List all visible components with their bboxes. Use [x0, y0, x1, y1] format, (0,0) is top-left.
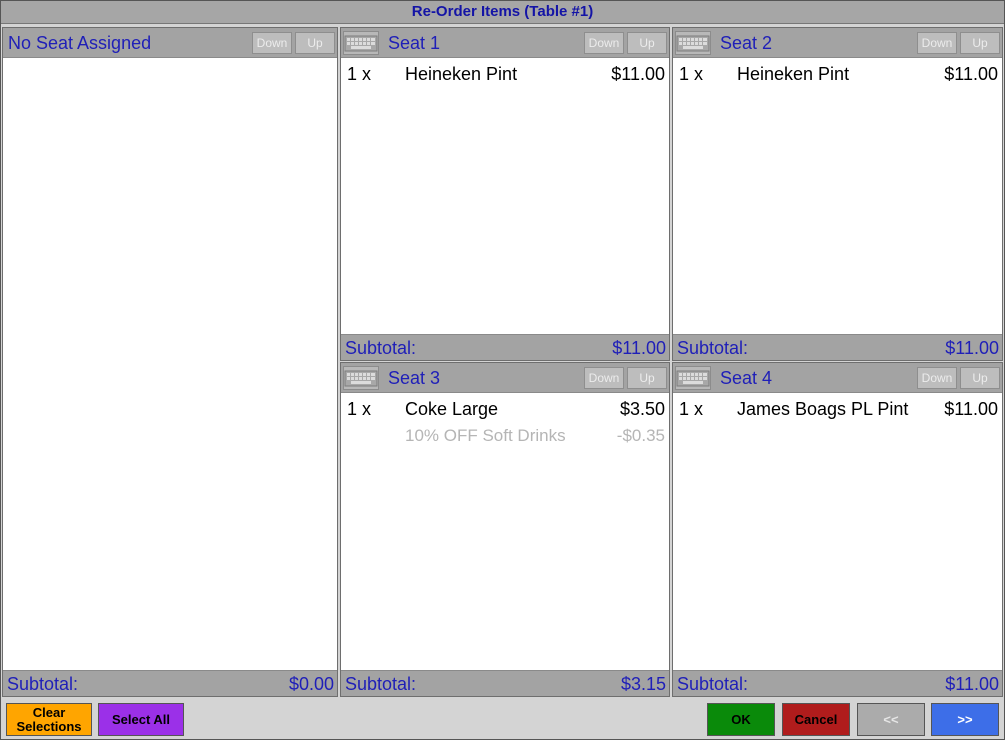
panel-seat-4[interactable]: Seat 4 Down Up 1 x James Boags PL Pint $… — [672, 362, 1003, 697]
order-item[interactable]: 1 x Heineken Pint $11.00 — [673, 60, 1002, 86]
panel-subtotal: Subtotal: $3.15 — [341, 670, 669, 696]
subtotal-label: Subtotal: — [677, 338, 749, 358]
move-up-button[interactable]: Up — [960, 32, 1000, 54]
cancel-button[interactable]: Cancel — [782, 703, 850, 736]
subtotal-value: $0.00 — [288, 674, 334, 694]
panel-title: Seat 3 — [388, 368, 441, 388]
panel-seat-2[interactable]: Seat 2 Down Up 1 x Heineken Pint $11.00 … — [672, 27, 1003, 361]
item-name: Heineken Pint — [737, 64, 850, 84]
next-page-button[interactable]: >> — [931, 703, 999, 736]
panel-seat-3[interactable]: Seat 3 Down Up 1 x Coke Large $3.50 10% … — [340, 362, 670, 697]
move-up-button[interactable]: Up — [960, 367, 1000, 389]
item-price: $11.00 — [944, 64, 998, 84]
panel-subtotal: Subtotal: $11.00 — [341, 334, 669, 360]
panel-no-seat[interactable]: No Seat Assigned Down Up Subtotal: $0.00 — [2, 27, 338, 697]
panel-header: No Seat Assigned Down Up — [3, 28, 337, 58]
panel-title: Seat 1 — [388, 33, 441, 53]
keyboard-icon[interactable] — [675, 31, 711, 55]
item-qty: 1 x — [679, 64, 704, 84]
item-name: James Boags PL Pint — [737, 399, 909, 419]
panel-seat-1[interactable]: Seat 1 Down Up 1 x Heineken Pint $11.00 … — [340, 27, 670, 361]
item-name: 10% OFF Soft Drinks — [405, 426, 566, 445]
item-price: -$0.35 — [616, 426, 665, 445]
subtotal-label: Subtotal: — [7, 674, 79, 694]
subtotal-value: $11.00 — [612, 338, 666, 358]
item-price: $11.00 — [944, 399, 998, 419]
subtotal-value: $11.00 — [945, 674, 999, 694]
item-name: Coke Large — [405, 399, 499, 419]
panel-title: Seat 2 — [720, 33, 773, 53]
item-price: $11.00 — [611, 64, 665, 84]
previous-page-button[interactable]: << — [857, 703, 925, 736]
panel-header: Seat 1 Down Up — [341, 28, 669, 58]
subtotal-value: $11.00 — [945, 338, 999, 358]
subtotal-label: Subtotal: — [345, 674, 417, 694]
keyboard-icon[interactable] — [675, 366, 711, 390]
item-qty: 1 x — [347, 64, 372, 84]
panel-title: No Seat Assigned — [8, 33, 152, 53]
move-down-button[interactable]: Down — [917, 32, 957, 54]
move-down-button[interactable]: Down — [252, 32, 292, 54]
move-up-button[interactable]: Up — [627, 367, 667, 389]
subtotal-label: Subtotal: — [345, 338, 417, 358]
move-down-button[interactable]: Down — [584, 32, 624, 54]
panel-header: Seat 3 Down Up — [341, 363, 669, 393]
discount-item[interactable]: 10% OFF Soft Drinks -$0.35 — [341, 422, 669, 448]
panel-header: Seat 2 Down Up — [673, 28, 1002, 58]
select-all-button[interactable]: Select All — [98, 703, 184, 736]
panel-subtotal: Subtotal: $11.00 — [673, 334, 1002, 360]
panel-title: Seat 4 — [720, 368, 773, 388]
action-bar: Clear Selections Select All OK Cancel <<… — [1, 700, 1004, 739]
order-item[interactable]: 1 x Coke Large $3.50 — [341, 395, 669, 421]
panel-header: Seat 4 Down Up — [673, 363, 1002, 393]
order-item[interactable]: 1 x James Boags PL Pint $11.00 — [673, 395, 1002, 421]
item-qty: 1 x — [347, 399, 372, 419]
ok-button[interactable]: OK — [707, 703, 775, 736]
move-up-button[interactable]: Up — [627, 32, 667, 54]
item-qty: 1 x — [679, 399, 704, 419]
keyboard-icon[interactable] — [343, 31, 379, 55]
move-down-button[interactable]: Down — [917, 367, 957, 389]
order-item[interactable]: 1 x Heineken Pint $11.00 — [341, 60, 669, 86]
clear-label-line2: Selections — [16, 718, 82, 734]
move-up-button[interactable]: Up — [295, 32, 335, 54]
subtotal-value: $3.15 — [620, 674, 666, 694]
item-price: $3.50 — [619, 399, 665, 419]
keyboard-icon[interactable] — [343, 366, 379, 390]
panel-subtotal: Subtotal: $11.00 — [673, 670, 1002, 696]
move-down-button[interactable]: Down — [584, 367, 624, 389]
clear-selections-button[interactable]: Clear Selections — [6, 703, 92, 736]
clear-label-line1: Clear — [32, 704, 66, 720]
item-name: Heineken Pint — [405, 64, 518, 84]
subtotal-label: Subtotal: — [677, 674, 749, 694]
panel-subtotal: Subtotal: $0.00 — [3, 670, 337, 696]
window-title: Re-Order Items (Table #1) — [1, 1, 1004, 24]
